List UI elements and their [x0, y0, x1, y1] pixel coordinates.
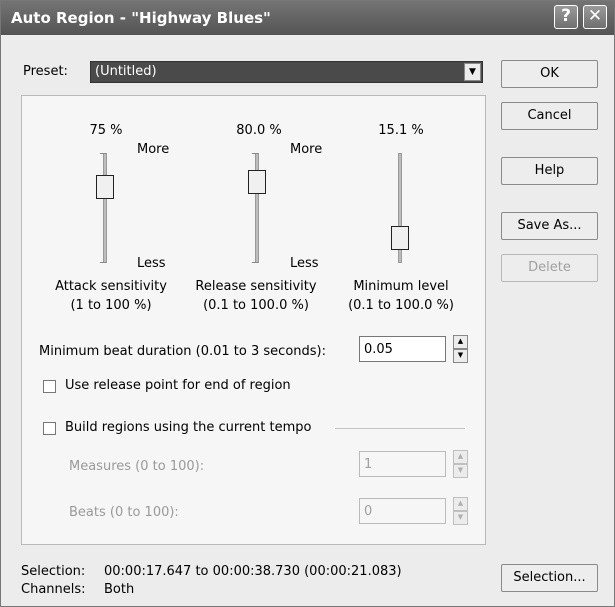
release-range: (0.1 to 100.0 %) — [203, 298, 309, 313]
min-beat-label: Minimum beat duration (0.01 to 3 seconds… — [39, 344, 326, 359]
settings-panel — [21, 95, 486, 545]
channels-value: Both — [104, 582, 135, 597]
window-title: Auto Region - "Highway Blues" — [11, 9, 271, 27]
tempo-group-divider — [335, 428, 465, 429]
preset-label: Preset: — [23, 64, 68, 79]
attack-range: (1 to 100 %) — [70, 298, 152, 313]
help-button[interactable]: Help — [501, 157, 598, 185]
release-point-label: Use release point for end of region — [65, 378, 291, 393]
release-more-label: More — [290, 142, 323, 157]
attack-slider-thumb[interactable] — [96, 175, 114, 199]
release-tick-top — [252, 153, 258, 154]
release-label: Release sensitivity — [195, 279, 317, 294]
beats-up-icon[interactable]: ▲ — [453, 497, 468, 511]
attack-less-label: Less — [137, 256, 166, 271]
selection-label: Selection: — [21, 564, 86, 579]
minlevel-slider-thumb[interactable] — [391, 226, 409, 250]
minlevel-label: Minimum level — [353, 279, 449, 294]
tempo-checkbox[interactable] — [43, 422, 56, 435]
release-point-checkbox[interactable] — [43, 380, 56, 393]
min-beat-value: 0.05 — [364, 342, 393, 357]
tempo-label: Build regions using the current tempo — [65, 420, 312, 435]
min-beat-up-icon[interactable]: ▲ — [453, 335, 468, 349]
cancel-button[interactable]: Cancel — [501, 102, 598, 130]
selection-button[interactable]: Selection... — [501, 564, 598, 592]
help-question-icon[interactable]: ? — [554, 5, 578, 29]
release-less-label: Less — [290, 256, 319, 271]
release-value: 80.0 % — [236, 123, 282, 138]
beats-label: Beats (0 to 100): — [69, 505, 179, 520]
delete-button[interactable]: Delete — [501, 254, 598, 282]
measures-label: Measures (0 to 100): — [69, 459, 205, 474]
close-icon[interactable]: ✕ — [583, 5, 607, 29]
measures-value: 1 — [364, 457, 373, 472]
chevron-down-icon[interactable]: ▼ — [464, 63, 481, 81]
attack-value: 75 % — [89, 123, 123, 138]
title-bar[interactable]: Auto Region - "Highway Blues" ? ✕ — [1, 1, 614, 35]
min-beat-input[interactable]: 0.05 — [359, 336, 446, 362]
beats-value: 0 — [364, 504, 373, 519]
preset-dropdown[interactable]: (Untitled) ▼ — [90, 61, 483, 83]
beats-down-icon[interactable]: ▼ — [453, 511, 468, 525]
attack-label: Attack sensitivity — [55, 279, 167, 294]
channels-label: Channels: — [21, 582, 86, 597]
minlevel-range: (0.1 to 100.0 %) — [348, 298, 454, 313]
minlevel-value: 15.1 % — [378, 123, 424, 138]
ok-button[interactable]: OK — [501, 60, 598, 88]
attack-tick-top — [100, 153, 106, 154]
auto-region-dialog: Auto Region - "Highway Blues" ? ✕ Preset… — [0, 0, 615, 607]
save-as-button[interactable]: Save As... — [501, 212, 598, 240]
attack-slider-track[interactable] — [103, 153, 107, 263]
measures-up-icon[interactable]: ▲ — [453, 450, 468, 464]
release-slider-thumb[interactable] — [248, 170, 266, 194]
attack-more-label: More — [137, 142, 170, 157]
measures-down-icon[interactable]: ▼ — [453, 464, 468, 478]
measures-input[interactable]: 1 — [359, 451, 446, 477]
attack-tick-bottom — [100, 262, 106, 263]
release-tick-bottom — [252, 262, 258, 263]
preset-value: (Untitled) — [95, 64, 157, 79]
selection-value: 00:00:17.647 to 00:00:38.730 (00:00:21.0… — [104, 564, 402, 579]
beats-input[interactable]: 0 — [359, 498, 446, 524]
min-beat-down-icon[interactable]: ▼ — [453, 349, 468, 363]
